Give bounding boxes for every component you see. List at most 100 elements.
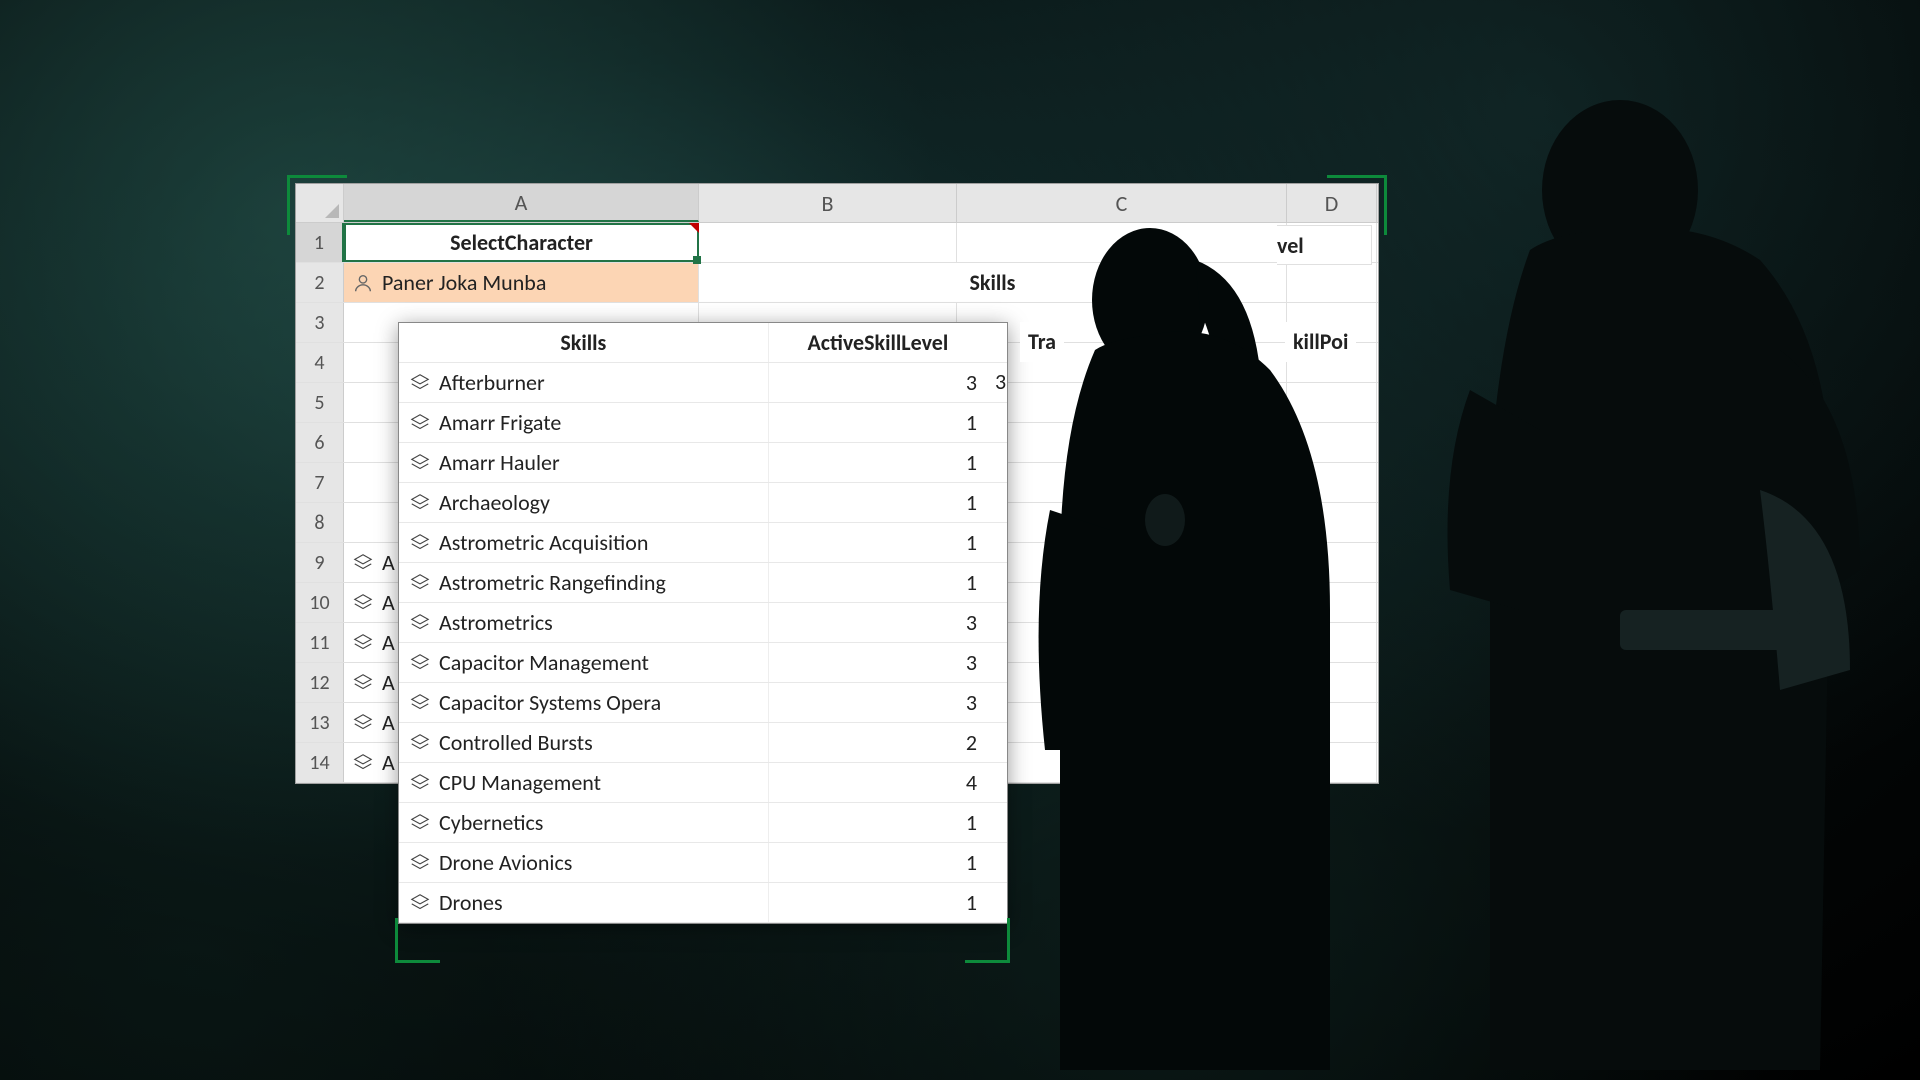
skill-level-cell: 3 <box>768 643 1007 682</box>
skill-name-text: CPU Management <box>439 769 601 796</box>
skills-overlay-card: Skills ActiveSkillLevel Afterburner 3 Am… <box>398 322 1008 924</box>
skill-name-text: Astrometrics <box>439 609 553 636</box>
row-header-13[interactable]: 13 <box>296 703 344 742</box>
skill-name-cell: Archaeology <box>399 483 768 522</box>
column-header-row: ABCD <box>296 184 1378 223</box>
skill-name-cell: Capacitor Systems Opera <box>399 683 768 722</box>
cell-d7[interactable] <box>1287 463 1377 502</box>
layers-icon <box>352 752 374 774</box>
skill-row[interactable]: Controlled Bursts 2 <box>399 723 1007 763</box>
col-header-D[interactable]: D <box>1287 184 1377 222</box>
cell-d8[interactable] <box>1287 503 1377 542</box>
peek-text: A <box>382 749 395 776</box>
cell-d10[interactable] <box>1287 583 1377 622</box>
overlay-header-row: Skills ActiveSkillLevel <box>399 323 1007 363</box>
skill-name-text: Capacitor Systems Opera <box>439 689 661 716</box>
skill-level-cell: 1 <box>768 563 1007 602</box>
cell-d9[interactable] <box>1287 543 1377 582</box>
row-header-12[interactable]: 12 <box>296 663 344 702</box>
row-header-11[interactable]: 11 <box>296 623 344 662</box>
skill-level-cell: 1 <box>768 403 1007 442</box>
row-header-2[interactable]: 2 <box>296 263 344 302</box>
layers-icon <box>409 692 431 714</box>
overlay-col-active[interactable]: ActiveSkillLevel <box>768 323 1007 362</box>
peek-text: A <box>382 709 395 736</box>
skill-name-cell: Drones <box>399 883 768 922</box>
cell-d14[interactable] <box>1287 743 1377 782</box>
row-header-10[interactable]: 10 <box>296 583 344 622</box>
peek-text: A <box>382 669 395 696</box>
layers-icon <box>409 492 431 514</box>
col-header-A[interactable]: A <box>344 184 699 222</box>
skill-level-cell: 1 <box>768 483 1007 522</box>
layers-icon <box>409 652 431 674</box>
skill-row[interactable]: Amarr Frigate 1 <box>399 403 1007 443</box>
skill-name-cell: Afterburner <box>399 363 768 402</box>
skill-name-text: Astrometric Rangefinding <box>439 569 666 596</box>
cell-a2-character-name[interactable]: Paner Joka Munba <box>344 263 699 302</box>
overlay-col-trained-partial: Tra <box>1020 322 1064 362</box>
skill-name-text: Amarr Frigate <box>439 409 561 436</box>
cell-a1-select-character[interactable]: SelectCharacter <box>344 223 699 262</box>
skill-row[interactable]: Astrometric Rangefinding 1 <box>399 563 1007 603</box>
skill-level-cell: 1 <box>768 843 1007 882</box>
skill-row[interactable]: Capacitor Systems Opera 3 <box>399 683 1007 723</box>
layers-icon <box>409 612 431 634</box>
skill-name-cell: Capacitor Management <box>399 643 768 682</box>
cell-c1[interactable] <box>957 223 1287 262</box>
skill-row[interactable]: CPU Management 4 <box>399 763 1007 803</box>
row-header-14[interactable]: 14 <box>296 743 344 782</box>
cell-d2[interactable] <box>1287 263 1377 302</box>
layers-icon <box>409 452 431 474</box>
row-header-1[interactable]: 1 <box>296 223 344 262</box>
layers-icon <box>409 812 431 834</box>
person-icon <box>352 272 374 294</box>
layers-icon <box>352 672 374 694</box>
skill-level-cell: 1 <box>768 803 1007 842</box>
frame-corner-bl <box>395 918 440 963</box>
row-header-9[interactable]: 9 <box>296 543 344 582</box>
header-d-partial: vel <box>1277 225 1372 265</box>
row-header-8[interactable]: 8 <box>296 503 344 542</box>
peek-text: A <box>382 589 395 616</box>
cell-d13[interactable] <box>1287 703 1377 742</box>
row-header-5[interactable]: 5 <box>296 383 344 422</box>
peek-text: A <box>382 629 395 656</box>
col-header-B[interactable]: B <box>699 184 957 222</box>
cell-d11[interactable] <box>1287 623 1377 662</box>
skill-row[interactable]: Archaeology 1 <box>399 483 1007 523</box>
overlay-first-trained-value: 3 <box>987 362 1014 402</box>
select-all-corner[interactable] <box>296 184 344 222</box>
skill-row[interactable]: Drone Avionics 1 <box>399 843 1007 883</box>
layers-icon <box>409 732 431 754</box>
cell-d12[interactable] <box>1287 663 1377 702</box>
cell-d6[interactable] <box>1287 423 1377 462</box>
skill-name-text: Controlled Bursts <box>439 729 593 756</box>
skill-row[interactable]: Afterburner 3 <box>399 363 1007 403</box>
skill-row[interactable]: Amarr Hauler 1 <box>399 443 1007 483</box>
skill-row[interactable]: Drones 1 <box>399 883 1007 923</box>
skill-name-cell: Cybernetics <box>399 803 768 842</box>
cell-b1[interactable] <box>699 223 957 262</box>
skill-row[interactable]: Capacitor Management 3 <box>399 643 1007 683</box>
skill-row[interactable]: Astrometric Acquisition 1 <box>399 523 1007 563</box>
cell-b2-skills-label[interactable]: Skills <box>699 263 1287 302</box>
row-header-4[interactable]: 4 <box>296 343 344 382</box>
skill-row[interactable]: Astrometrics 3 <box>399 603 1007 643</box>
skill-name-cell: Astrometrics <box>399 603 768 642</box>
frame-corner-br <box>965 918 1010 963</box>
skill-row[interactable]: Cybernetics 1 <box>399 803 1007 843</box>
row-header-3[interactable]: 3 <box>296 303 344 342</box>
layers-icon <box>352 712 374 734</box>
col-header-C[interactable]: C <box>957 184 1287 222</box>
row-header-7[interactable]: 7 <box>296 463 344 502</box>
overlay-col-skills[interactable]: Skills <box>399 323 768 362</box>
skill-name-text: Amarr Hauler <box>439 449 560 476</box>
skill-name-cell: Drone Avionics <box>399 843 768 882</box>
cell-d5[interactable] <box>1287 383 1377 422</box>
row-header-6[interactable]: 6 <box>296 423 344 462</box>
layers-icon <box>409 852 431 874</box>
layers-icon <box>352 632 374 654</box>
skill-level-cell: 1 <box>768 883 1007 922</box>
skill-level-cell: 1 <box>768 523 1007 562</box>
